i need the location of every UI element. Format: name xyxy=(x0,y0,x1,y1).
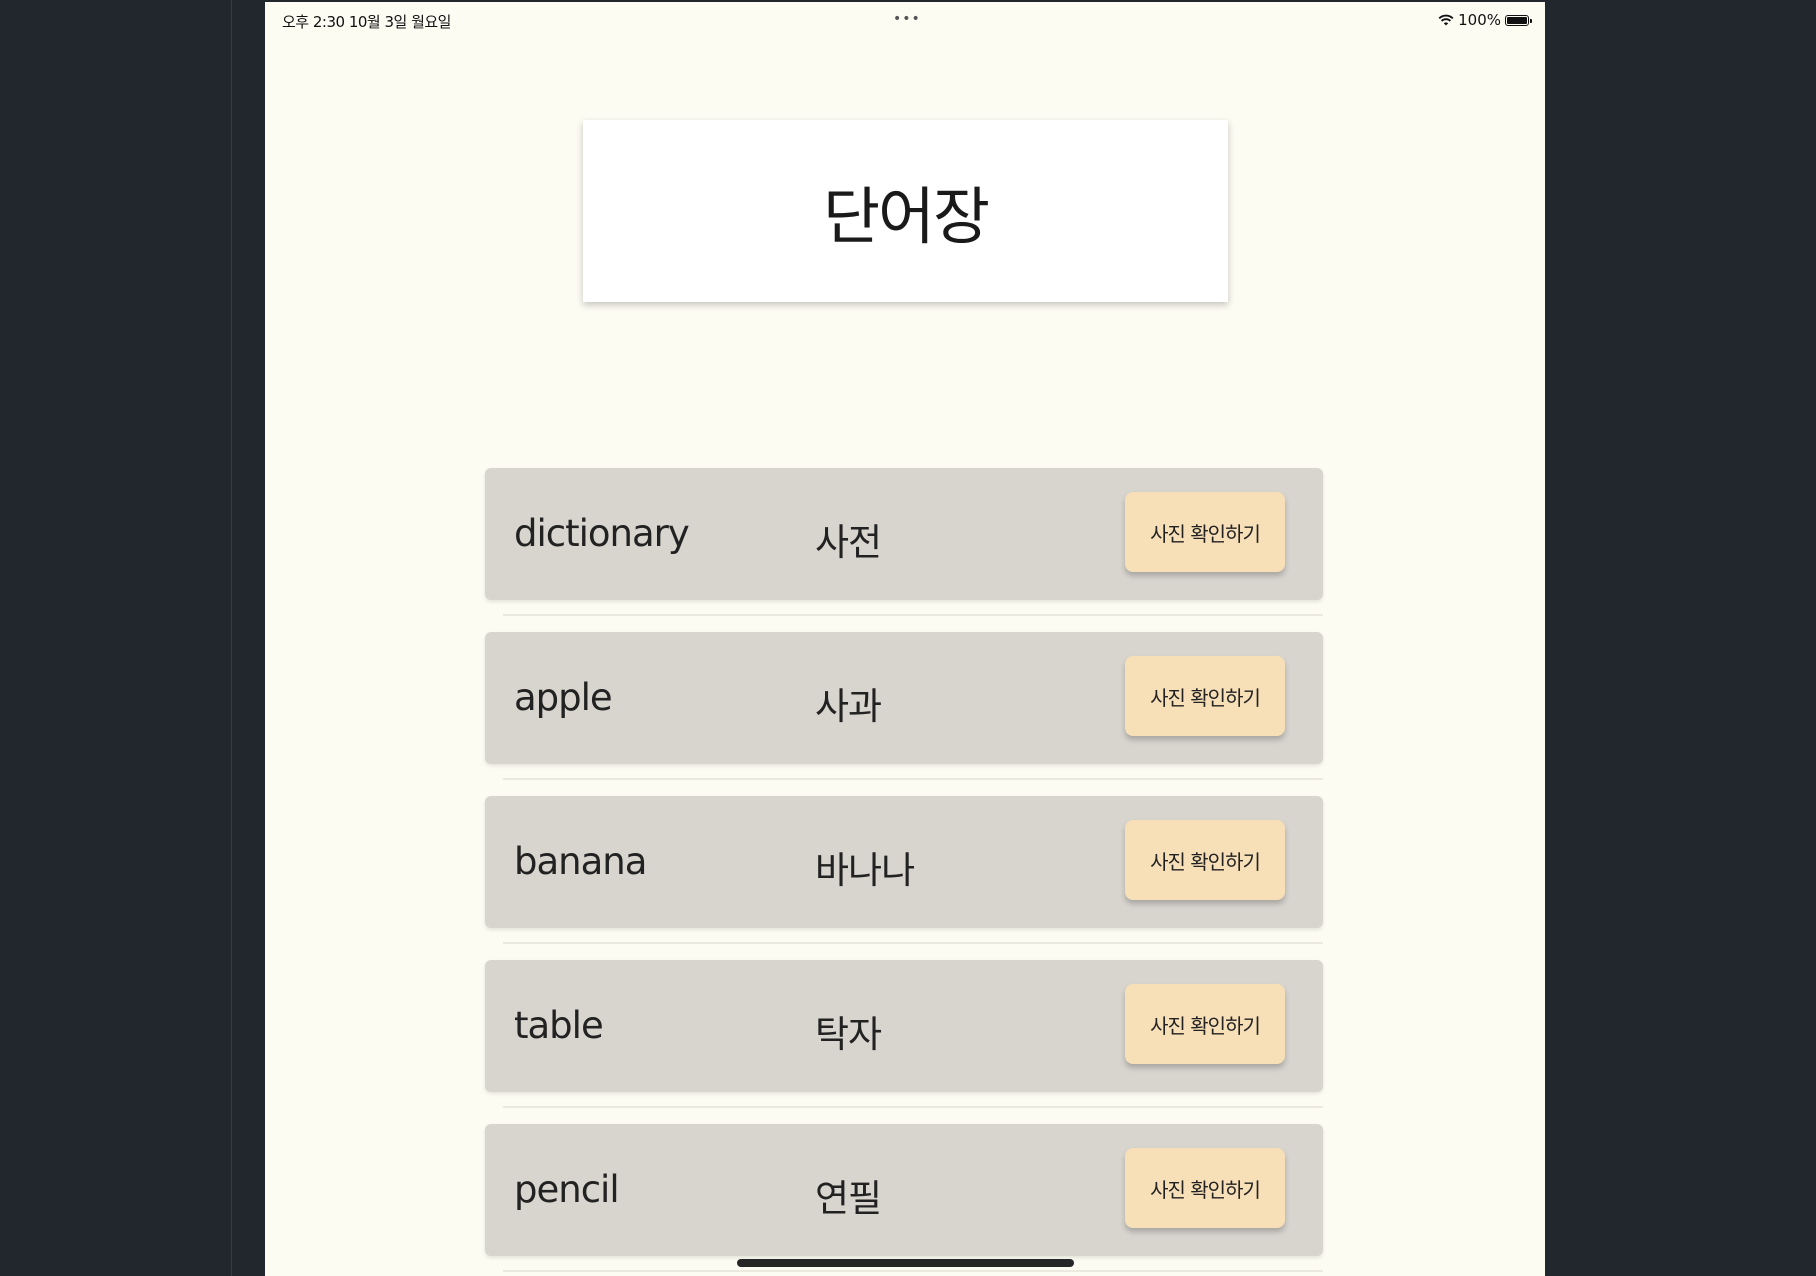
app-screen: 오후 2:30 10월 3일 월요일 ••• 100% 단어장 dictiona… xyxy=(265,2,1545,1276)
title-card: 단어장 xyxy=(583,120,1228,302)
battery-level-fill xyxy=(1507,16,1527,24)
wifi-icon xyxy=(1438,14,1454,26)
word-korean: 사전 xyxy=(815,521,882,564)
word-english: apple xyxy=(514,676,613,719)
view-photo-button[interactable]: 사진 확인하기 xyxy=(1125,1148,1285,1228)
word-korean: 탁자 xyxy=(815,1013,882,1056)
multitasking-dots[interactable]: ••• xyxy=(893,11,921,27)
view-photo-button[interactable]: 사진 확인하기 xyxy=(1125,820,1285,900)
word-english: banana xyxy=(514,840,647,883)
word-english: dictionary xyxy=(514,512,690,555)
word-korean: 바나나 xyxy=(815,849,915,892)
word-row-table: table 탁자 사진 확인하기 xyxy=(485,960,1323,1108)
status-bar: 오후 2:30 10월 3일 월요일 ••• 100% xyxy=(265,2,1545,42)
side-divider xyxy=(231,0,232,1276)
battery-percentage: 100% xyxy=(1458,11,1501,29)
word-row-apple: apple 사과 사진 확인하기 xyxy=(485,632,1323,780)
status-indicators: 100% xyxy=(1438,11,1532,29)
word-english: table xyxy=(514,1004,604,1047)
home-indicator[interactable] xyxy=(737,1259,1074,1267)
view-photo-button[interactable]: 사진 확인하기 xyxy=(1125,984,1285,1064)
word-row-dictionary: dictionary 사전 사진 확인하기 xyxy=(485,468,1323,616)
word-row-pencil: pencil 연필 사진 확인하기 xyxy=(485,1124,1323,1272)
word-list: dictionary 사전 사진 확인하기 apple 사과 사진 확인하기 b… xyxy=(485,468,1323,1276)
page-title: 단어장 xyxy=(822,180,990,253)
view-photo-button[interactable]: 사진 확인하기 xyxy=(1125,492,1285,572)
status-time-date: 오후 2:30 10월 3일 월요일 xyxy=(282,13,452,31)
word-korean: 사과 xyxy=(815,685,882,728)
word-row-banana: banana 바나나 사진 확인하기 xyxy=(485,796,1323,944)
battery-icon xyxy=(1505,14,1532,26)
word-english: pencil xyxy=(514,1168,620,1211)
word-korean: 연필 xyxy=(815,1177,882,1220)
view-photo-button[interactable]: 사진 확인하기 xyxy=(1125,656,1285,736)
